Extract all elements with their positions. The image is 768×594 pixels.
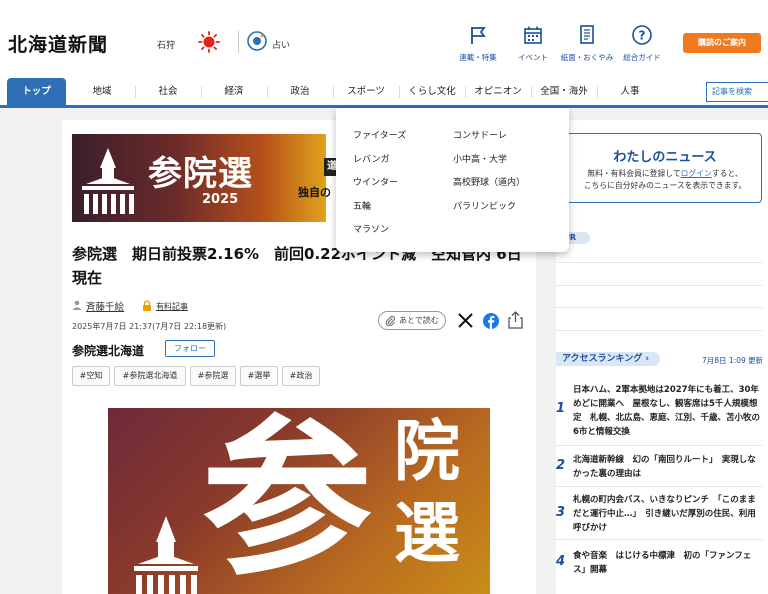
nav-item-politics[interactable]: 政治 <box>268 78 332 105</box>
hero-glyph: 院 <box>394 412 460 490</box>
fortune-label[interactable]: 占い <box>272 38 290 51</box>
rank-number: 4 <box>556 554 566 569</box>
site-header: 北海道新聞 石狩 占い 連載・特集 イベント 紙面・おくやみ ? 総合ガイド 購… <box>0 0 768 78</box>
svg-text:?: ? <box>639 29 646 43</box>
rank-number: 2 <box>556 458 566 473</box>
nav-item-economy[interactable]: 経済 <box>202 78 266 105</box>
follow-button[interactable]: フォロー <box>165 340 215 357</box>
dropdown-item[interactable]: ファイターズ <box>353 128 406 141</box>
site-logo[interactable]: 北海道新聞 <box>8 30 108 57</box>
header-link-guide[interactable]: ? 総合ガイド <box>612 24 672 63</box>
main-nav: トップ 地域 社会 経済 政治 スポーツ くらし文化 オピニオン 全国・海外 人… <box>0 78 768 108</box>
nav-item-top[interactable]: トップ <box>7 78 66 105</box>
nav-item-sports[interactable]: スポーツ <box>334 78 398 105</box>
ranking-headline: 札幌の町内会バス、いきなりピンチ 「このままだと運行中止…」 引き継いだ厚別の住… <box>573 495 756 533</box>
calendar-icon <box>524 26 542 44</box>
sidebar: わたしのニュース 無料・有料会員に登録してログインすると、こちらに自分好みのニュ… <box>556 120 768 594</box>
x-share-icon[interactable] <box>458 313 473 328</box>
lock-icon <box>143 300 151 311</box>
paid-article-label[interactable]: 有料記事 <box>156 301 188 312</box>
author-link[interactable]: 斉藤千絵 <box>86 299 124 313</box>
ranking-headline: 日本ハム、2軍本拠地は2027年にも着工、30年めどに開業へ 屋根なし、観客席は… <box>573 385 761 437</box>
tag-chip[interactable]: #選挙 <box>240 366 278 386</box>
weather-location[interactable]: 石狩 <box>157 38 175 51</box>
my-news-text-part: こちらに自分好みのニュースを表示できます。 <box>583 181 747 190</box>
fortune-icon[interactable] <box>246 30 268 52</box>
divider <box>556 285 762 286</box>
my-news-text-part: すると、 <box>711 169 743 178</box>
person-icon <box>72 300 82 310</box>
election-banner[interactable]: 参院選 2025 <box>72 134 326 222</box>
sun-icon[interactable] <box>198 31 220 53</box>
divider <box>556 486 762 487</box>
divider <box>556 445 762 446</box>
dropdown-item[interactable]: 高校野球（道内） <box>453 175 525 188</box>
ranking-headline: 食や音楽 はじける中標津 初の「ファンフェス」開幕 <box>573 551 752 575</box>
sports-dropdown-menu: ファイターズ コンサドーレ レバンガ 小中高・大学 ウインター 高校野球（道内）… <box>336 108 569 252</box>
dropdown-item[interactable]: レバンガ <box>353 152 389 165</box>
dropdown-item[interactable]: マラソン <box>353 222 389 235</box>
newspaper-icon <box>580 25 594 44</box>
nav-item-region[interactable]: 地域 <box>70 78 134 105</box>
tag-chip[interactable]: #政治 <box>282 366 320 386</box>
ranking-title-label: アクセスランキング <box>562 354 643 364</box>
paperclip-icon <box>385 315 395 326</box>
my-news-text: 無料・有料会員に登録してログインすると、こちらに自分好みのニュースを表示できます… <box>573 168 757 192</box>
subscribe-button[interactable]: 購読のご案内 <box>683 33 761 53</box>
topic-title[interactable]: 参院選北海道 <box>72 342 144 359</box>
read-later-button[interactable]: あとで読む <box>378 311 446 330</box>
diet-building-icon <box>134 516 198 594</box>
read-later-label: あとで読む <box>399 316 439 325</box>
hero-image: 参 院 選 <box>108 408 490 594</box>
header-link-paper[interactable]: 紙面・おくやみ <box>557 24 617 63</box>
search-input[interactable]: 記事を検索 <box>706 82 768 102</box>
ranking-title[interactable]: アクセスランキング › <box>556 352 660 366</box>
ranking-headline: 北海道新幹線 幻の「南回りルート」 実現しなかった裏の理由は <box>573 455 756 479</box>
tag-chip[interactable]: #参院選 <box>190 366 236 386</box>
divider <box>556 539 762 540</box>
divider <box>556 330 762 331</box>
my-news-title: わたしのニュース <box>613 150 717 165</box>
dropdown-item[interactable]: コンサドーレ <box>453 128 507 141</box>
nav-item-culture[interactable]: くらし文化 <box>400 78 464 105</box>
nav-item-national[interactable]: 全国・海外 <box>532 78 596 105</box>
banner-subtitle: 独自の <box>298 186 331 199</box>
dropdown-item[interactable]: パラリンピック <box>453 199 516 212</box>
header-link-series[interactable]: 連載・特集 <box>448 24 508 63</box>
banner-year: 2025 <box>202 192 239 207</box>
tag-chip[interactable]: #空知 <box>72 366 110 386</box>
header-divider <box>238 31 239 53</box>
header-link-label: 紙面・おくやみ <box>560 53 614 62</box>
ranking-updated: 7月8日 1:09 更新 <box>702 356 764 365</box>
login-link[interactable]: ログイン <box>681 169 712 178</box>
facebook-share-icon[interactable] <box>483 313 499 329</box>
divider <box>556 307 762 308</box>
rank-number: 3 <box>556 505 566 520</box>
header-link-events[interactable]: イベント <box>503 24 563 63</box>
banner-title: 参院選 <box>148 154 253 194</box>
hero-big-glyph: 参 <box>202 408 373 594</box>
flag-icon <box>471 27 486 44</box>
dropdown-item[interactable]: ウインター <box>353 175 398 188</box>
diet-building-icon <box>82 148 134 214</box>
hero-glyph: 選 <box>394 494 460 572</box>
my-news-box: わたしのニュース 無料・有料会員に登録してログインすると、こちらに自分好みのニュ… <box>566 133 762 203</box>
header-link-label: 連載・特集 <box>459 53 497 62</box>
rank-number: 1 <box>556 401 566 416</box>
header-link-label: 総合ガイド <box>623 53 661 62</box>
article-date: 2025年7月7日 21:37(7月7日 22:18更新) <box>72 322 227 331</box>
help-icon: ? <box>632 25 652 45</box>
tag-chip[interactable]: #参院選北海道 <box>114 366 186 386</box>
my-news-text-part: 無料・有料会員に登録して <box>587 169 681 178</box>
header-link-label: イベント <box>518 53 548 62</box>
nav-item-personnel[interactable]: 人事 <box>598 78 662 105</box>
share-icon[interactable] <box>508 311 523 329</box>
nav-item-society[interactable]: 社会 <box>136 78 200 105</box>
dropdown-item[interactable]: 五輪 <box>353 199 371 212</box>
chevron-right-icon: › <box>645 354 650 364</box>
nav-item-opinion[interactable]: オピニオン <box>466 78 530 105</box>
divider <box>556 262 762 263</box>
dropdown-item[interactable]: 小中高・大学 <box>453 152 507 165</box>
